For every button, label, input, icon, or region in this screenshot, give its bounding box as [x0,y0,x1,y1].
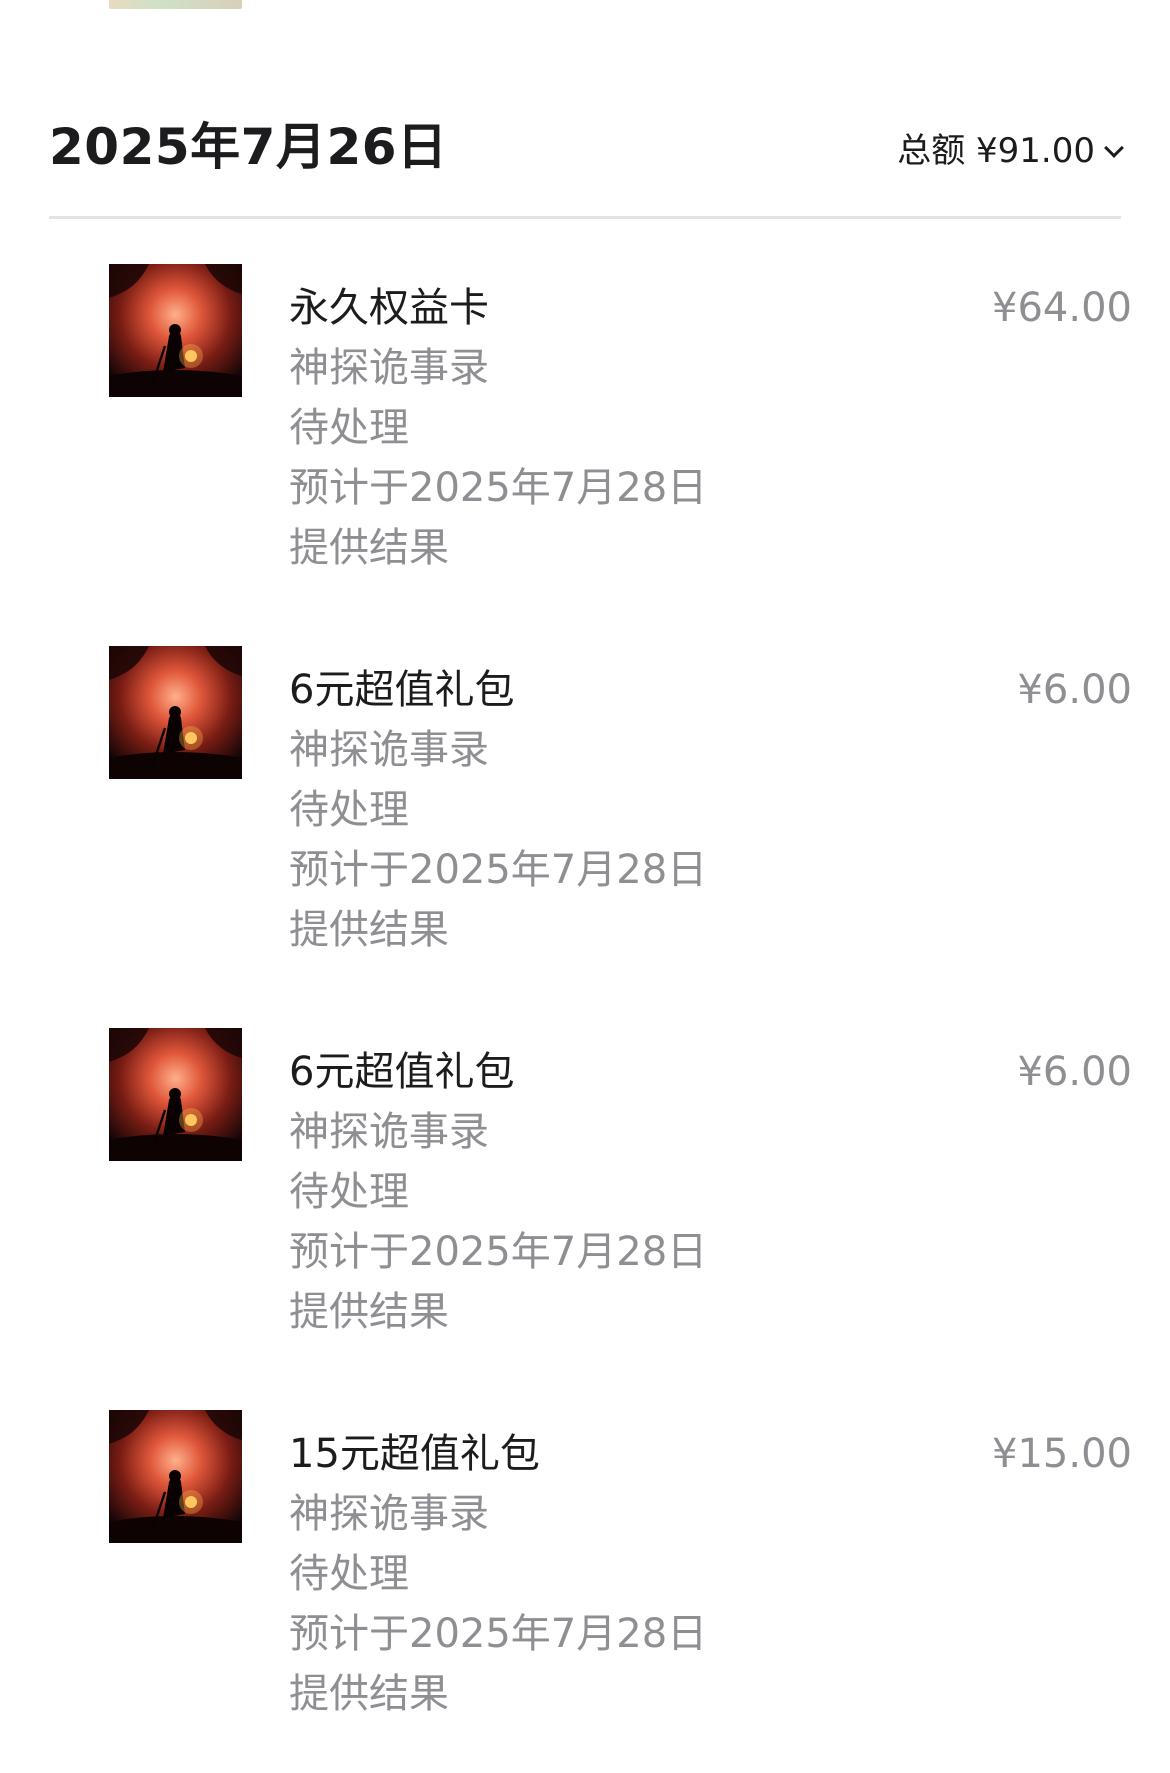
item-name: 6元超值礼包 [289,1049,515,1095]
item-price: ¥6.00 [1017,1049,1132,1095]
item-app-name: 神探诡事录 [289,727,489,773]
app-icon [109,264,242,397]
item-price: ¥64.00 [992,285,1132,331]
purchase-item[interactable]: 永久权益卡 神探诡事录 待处理 预计于2025年7月28日 提供结果 ¥64.0… [0,264,1170,571]
item-status: 待处理 [289,405,409,451]
item-price: ¥15.00 [992,1431,1132,1477]
total-amount-toggle[interactable]: 总额 ¥91.00 [897,131,1124,171]
item-details: 6元超值礼包 神探诡事录 待处理 预计于2025年7月28日 提供结果 [289,660,707,960]
total-amount: 总额 ¥91.00 [897,131,1095,171]
item-name: 15元超值礼包 [289,1431,540,1477]
app-icon [109,1028,242,1161]
purchase-item[interactable]: 6元超值礼包 神探诡事录 待处理 预计于2025年7月28日 提供结果 ¥6.0… [0,646,1170,953]
item-price: ¥6.00 [1017,667,1132,713]
item-details: 6元超值礼包 神探诡事录 待处理 预计于2025年7月28日 提供结果 [289,1042,707,1342]
item-eta: 预计于2025年7月28日 [289,465,708,511]
chevron-down-icon [1104,138,1124,158]
item-details: 永久权益卡 神探诡事录 待处理 预计于2025年7月28日 提供结果 [289,278,707,578]
item-eta-note: 提供结果 [289,907,449,953]
item-details: 15元超值礼包 神探诡事录 待处理 预计于2025年7月28日 提供结果 [289,1424,707,1724]
section-date: 2025年7月26日 [49,118,448,176]
item-app-name: 神探诡事录 [289,1109,489,1155]
item-eta: 预计于2025年7月28日 [289,847,708,893]
item-app-name: 神探诡事录 [289,345,489,391]
purchase-item[interactable]: 6元超值礼包 神探诡事录 待处理 预计于2025年7月28日 提供结果 ¥6.0… [0,1028,1170,1335]
item-name: 永久权益卡 [289,285,489,331]
purchase-item[interactable]: 15元超值礼包 神探诡事录 待处理 预计于2025年7月28日 提供结果 ¥15… [0,1410,1170,1717]
item-eta: 预计于2025年7月28日 [289,1611,708,1657]
previous-item-thumbnail[interactable] [109,0,242,9]
item-status: 待处理 [289,1551,409,1597]
item-eta-note: 提供结果 [289,1289,449,1335]
item-status: 待处理 [289,1169,409,1215]
date-section-header: 2025年7月26日 总额 ¥91.00 [49,100,1124,219]
app-icon [109,646,242,779]
item-eta-note: 提供结果 [289,1671,449,1717]
item-name: 6元超值礼包 [289,667,515,713]
app-icon [109,1410,242,1543]
item-status: 待处理 [289,787,409,833]
item-eta: 预计于2025年7月28日 [289,1229,708,1275]
item-app-name: 神探诡事录 [289,1491,489,1537]
item-eta-note: 提供结果 [289,525,449,571]
